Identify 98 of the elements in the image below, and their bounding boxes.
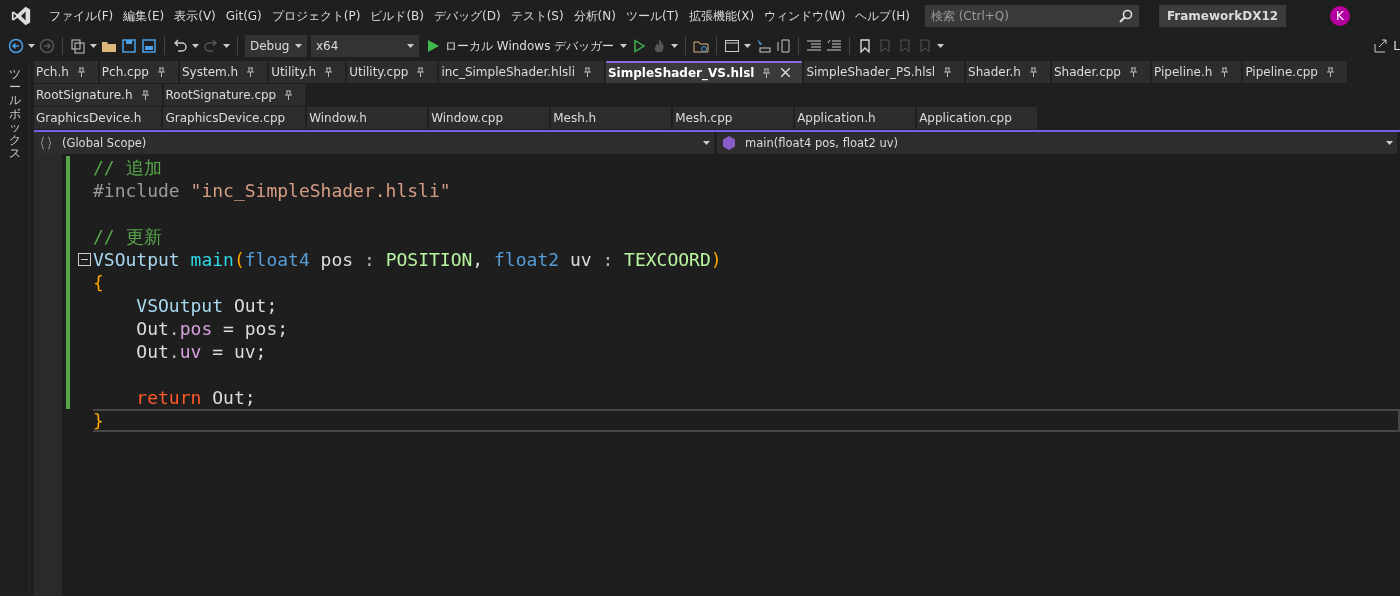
toolbox-label[interactable]: ツールボックス: [8, 68, 21, 596]
solution-name[interactable]: FrameworkDX12: [1158, 5, 1287, 27]
file-tab[interactable]: Application.cpp: [917, 107, 1038, 129]
outdent-icon[interactable]: [826, 38, 843, 54]
menu-item[interactable]: Git(G): [220, 9, 267, 23]
close-icon[interactable]: [781, 68, 791, 77]
file-tab[interactable]: Shader.cpp: [1051, 61, 1150, 83]
back-icon[interactable]: [8, 38, 24, 54]
menu-item[interactable]: 編集(E): [118, 7, 170, 25]
caret-icon: [28, 44, 35, 48]
code-line: // 追加: [93, 156, 163, 179]
file-tab[interactable]: GraphicsDevice.cpp: [163, 107, 306, 129]
caret-icon: [192, 44, 199, 48]
pin-icon[interactable]: [76, 67, 86, 77]
file-tab[interactable]: SimpleShader_PS.hlsl: [804, 61, 965, 83]
file-tab[interactable]: SimpleShader_VS.hlsl: [605, 61, 803, 83]
new-item-icon[interactable]: [70, 38, 86, 54]
run-icon[interactable]: [631, 38, 648, 54]
pin-icon[interactable]: [416, 67, 426, 77]
menu-item[interactable]: デバッグ(D): [429, 7, 506, 25]
caret-icon: [703, 141, 710, 145]
code-line: {: [93, 271, 105, 294]
start-debugging-button[interactable]: ローカル Windows デバッガー: [423, 37, 617, 55]
file-tab[interactable]: inc_SimpleShader.hlsli: [439, 61, 604, 83]
play-icon: [425, 38, 441, 54]
code-line: VSOutput Out;: [135, 294, 279, 317]
code-line: VSOutput main(float4 pos : POSITION, float2 uv : TEXCOORD): [93, 248, 723, 271]
menu-item[interactable]: ウィンドウ(W): [759, 7, 851, 25]
caret-icon: [223, 44, 230, 48]
file-tab[interactable]: Mesh.h: [551, 107, 672, 129]
undo-icon[interactable]: [172, 38, 188, 54]
save-all-icon[interactable]: [141, 38, 157, 54]
pin-icon[interactable]: [140, 90, 150, 100]
pin-icon[interactable]: [1220, 67, 1230, 77]
file-tab[interactable]: GraphicsDevice.h: [34, 107, 162, 129]
configuration-dropdown[interactable]: Debug: [245, 35, 307, 57]
pin-icon[interactable]: [156, 67, 166, 77]
file-tab[interactable]: Window.h: [307, 107, 428, 129]
caret-icon: [620, 44, 628, 48]
save-icon[interactable]: [121, 38, 137, 54]
file-tab[interactable]: Utility.h: [269, 61, 346, 83]
cube-icon: [721, 135, 737, 151]
menu-item[interactable]: 分析(N): [568, 7, 621, 25]
pointer-icon[interactable]: [755, 38, 772, 54]
file-tab[interactable]: RootSignature.h: [34, 84, 162, 106]
pin-icon[interactable]: [1326, 67, 1335, 77]
code-line: Out.pos = pos;: [135, 317, 290, 340]
menu-item[interactable]: プロジェクト(P): [266, 7, 366, 25]
indent-icon[interactable]: [806, 38, 823, 54]
caret-icon: [1386, 141, 1393, 145]
menu-item[interactable]: ファイル(F): [44, 7, 119, 25]
live-share-button[interactable]: L: [1373, 38, 1400, 54]
folder-search-icon[interactable]: [693, 38, 710, 54]
caret-icon: [671, 44, 679, 48]
menu-item[interactable]: ツール(T): [620, 7, 684, 25]
menu-item[interactable]: 拡張機能(X): [683, 7, 760, 25]
code-line: Out.uv = uv;: [135, 340, 268, 363]
file-tab[interactable]: Pipeline.h: [1152, 61, 1242, 83]
file-tab[interactable]: Pipeline.cpp: [1243, 61, 1347, 83]
file-tab[interactable]: RootSignature.cpp: [163, 84, 306, 106]
code-line: // 更新: [93, 225, 163, 248]
file-tab[interactable]: System.h: [179, 61, 268, 83]
file-tab[interactable]: Window.cpp: [429, 107, 550, 129]
pin-icon[interactable]: [246, 67, 256, 77]
caret-icon: [937, 44, 945, 48]
pin-icon[interactable]: [1028, 67, 1038, 77]
caret-icon: [90, 44, 97, 48]
braces-icon: [38, 135, 54, 151]
menu-item[interactable]: テスト(S): [505, 7, 569, 25]
pin-icon[interactable]: [1129, 67, 1138, 77]
code-line: #include "inc_SimpleShader.hlsli": [93, 179, 452, 202]
pin-icon[interactable]: [582, 67, 592, 77]
menu-item[interactable]: ヘルプ(H): [850, 7, 915, 25]
account-avatar[interactable]: K: [1330, 6, 1350, 26]
window-icon[interactable]: [724, 38, 741, 54]
caret-icon: [295, 44, 302, 48]
pin-icon[interactable]: [943, 67, 953, 77]
file-tab[interactable]: Application.h: [795, 107, 916, 129]
share-icon: [1373, 38, 1390, 54]
code-line: return Out;: [135, 386, 257, 409]
search-field[interactable]: 検索 (Ctrl+Q): [924, 5, 1139, 27]
menu-item[interactable]: ビルド(B): [365, 7, 429, 25]
pin-icon[interactable]: [324, 67, 334, 77]
pin-icon[interactable]: [762, 68, 772, 78]
collapse-icon[interactable]: [78, 253, 91, 266]
file-tab[interactable]: Shader.h: [966, 61, 1050, 83]
file-tab[interactable]: Pch.cpp: [99, 61, 178, 83]
caret-icon: [744, 44, 752, 48]
menu-item[interactable]: 表示(V): [169, 7, 221, 25]
pin-icon[interactable]: [284, 90, 294, 100]
platform-dropdown[interactable]: x64: [311, 35, 419, 57]
file-tab[interactable]: Pch.h: [34, 61, 98, 83]
file-tab[interactable]: Mesh.cpp: [673, 107, 794, 129]
code-line: }: [93, 409, 1400, 432]
search-icon: [1118, 9, 1133, 23]
logo-icon: [10, 5, 32, 27]
file-tab[interactable]: Utility.cpp: [347, 61, 438, 83]
caret-icon: [407, 44, 414, 48]
